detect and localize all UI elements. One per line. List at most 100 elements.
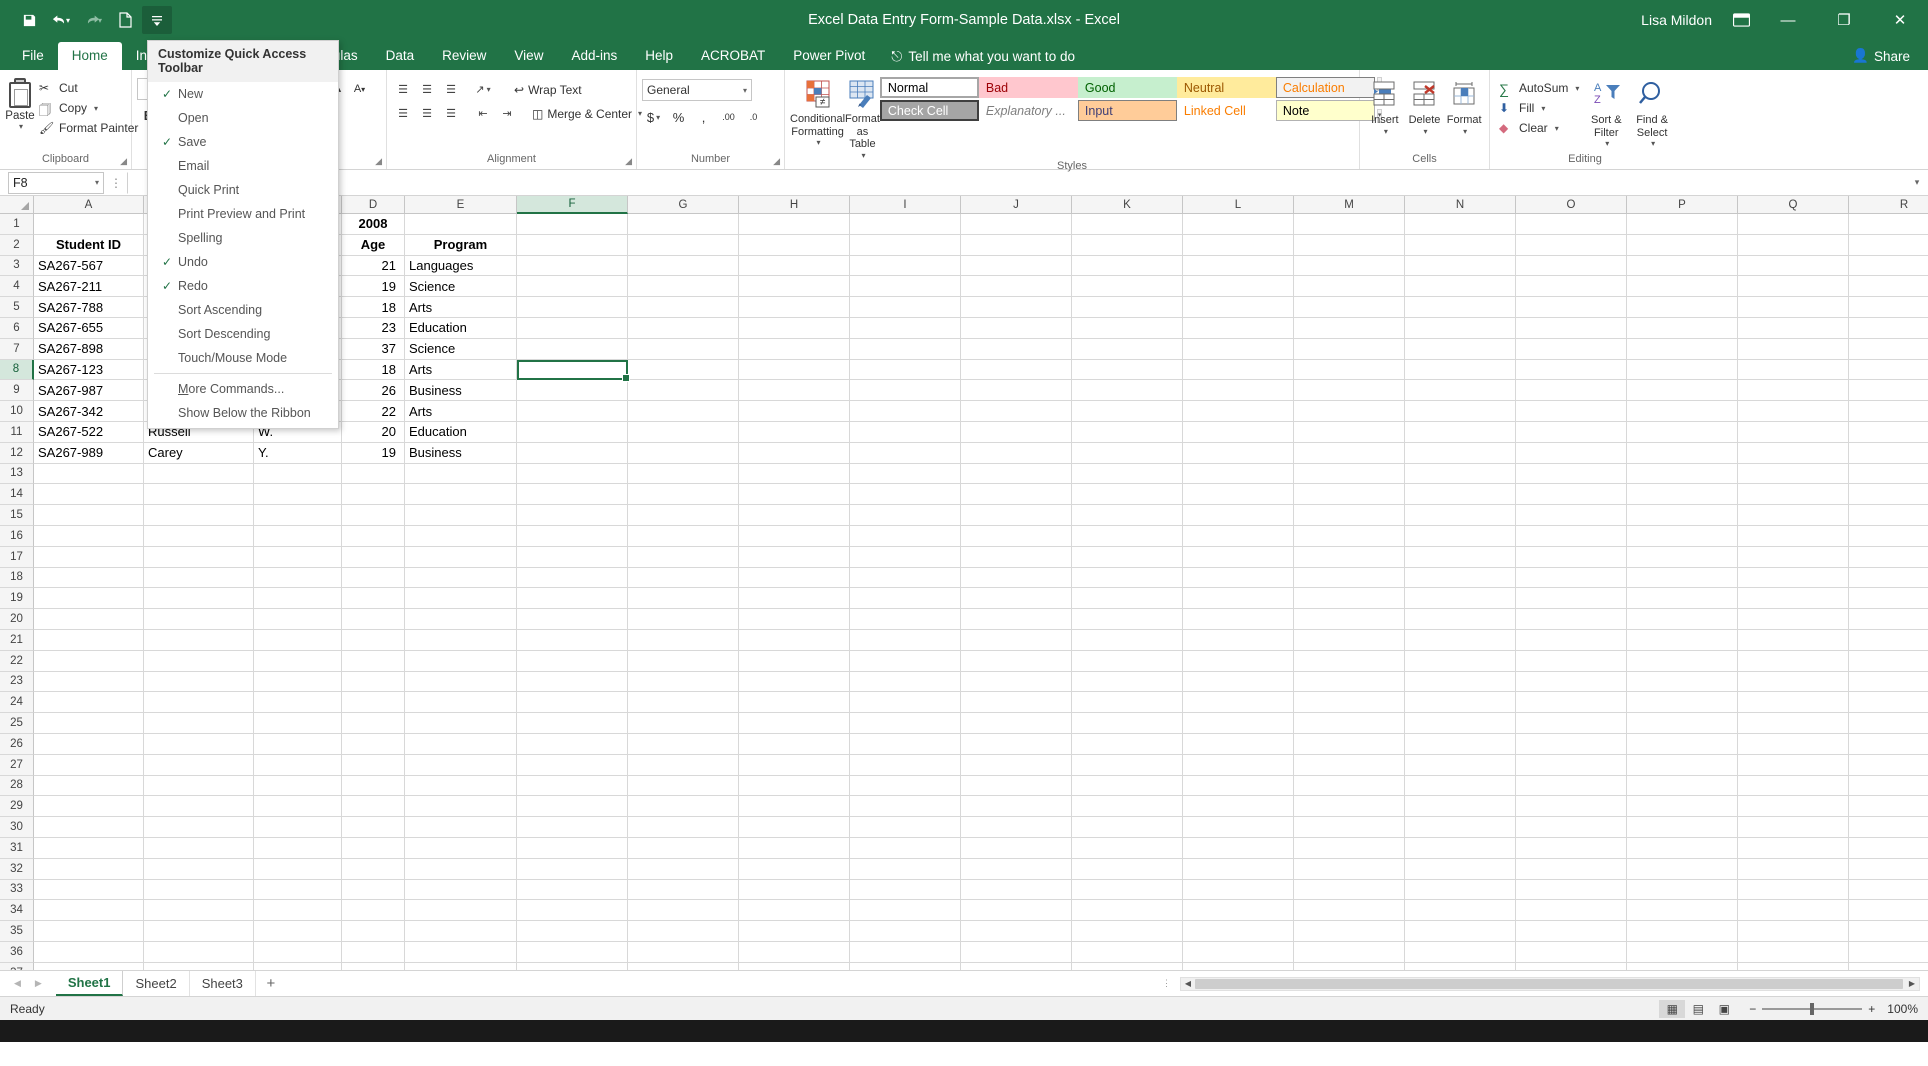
cell-J2[interactable] xyxy=(961,235,1072,256)
cell-D28[interactable] xyxy=(342,776,405,797)
row-header-21[interactable]: 21 xyxy=(0,630,34,651)
cell-G1[interactable] xyxy=(628,214,739,235)
orientation-icon[interactable]: ↗▾ xyxy=(472,79,494,100)
cell-G5[interactable] xyxy=(628,297,739,318)
cell-R7[interactable] xyxy=(1849,339,1928,360)
row-header-11[interactable]: 11 xyxy=(0,422,34,443)
cell-P8[interactable] xyxy=(1627,360,1738,381)
cell-C21[interactable] xyxy=(254,630,342,651)
align-middle-icon[interactable]: ☰ xyxy=(416,79,438,100)
number-format-select[interactable]: General▾ xyxy=(642,79,752,101)
cell-J18[interactable] xyxy=(961,568,1072,589)
cell-G24[interactable] xyxy=(628,692,739,713)
cell-P32[interactable] xyxy=(1627,859,1738,880)
cell-L16[interactable] xyxy=(1183,526,1294,547)
cell-L14[interactable] xyxy=(1183,484,1294,505)
cell-F37[interactable] xyxy=(517,963,628,970)
cell-H2[interactable] xyxy=(739,235,850,256)
cell-K24[interactable] xyxy=(1072,692,1183,713)
cell-J31[interactable] xyxy=(961,838,1072,859)
cell-C12[interactable]: Y. xyxy=(254,443,342,464)
row-header-26[interactable]: 26 xyxy=(0,734,34,755)
cell-F6[interactable] xyxy=(517,318,628,339)
align-right-icon[interactable]: ☰ xyxy=(440,103,462,124)
cell-J15[interactable] xyxy=(961,505,1072,526)
cell-C17[interactable] xyxy=(254,547,342,568)
cell-O26[interactable] xyxy=(1516,734,1627,755)
cell-N30[interactable] xyxy=(1405,817,1516,838)
cell-D26[interactable] xyxy=(342,734,405,755)
cell-Q22[interactable] xyxy=(1738,651,1849,672)
column-header-L[interactable]: L xyxy=(1183,196,1294,214)
cell-B24[interactable] xyxy=(144,692,254,713)
cell-K6[interactable] xyxy=(1072,318,1183,339)
cell-F10[interactable] xyxy=(517,401,628,422)
cell-C28[interactable] xyxy=(254,776,342,797)
cell-E32[interactable] xyxy=(405,859,517,880)
cell-Q34[interactable] xyxy=(1738,900,1849,921)
cell-O12[interactable] xyxy=(1516,443,1627,464)
cell-P10[interactable] xyxy=(1627,401,1738,422)
cell-R25[interactable] xyxy=(1849,713,1928,734)
cell-styles-gallery[interactable]: NormalCheck CellBadExplanatory ...GoodIn… xyxy=(880,77,1375,121)
cell-G3[interactable] xyxy=(628,256,739,277)
tab-data[interactable]: Data xyxy=(372,42,429,70)
cell-D33[interactable] xyxy=(342,880,405,901)
cell-N28[interactable] xyxy=(1405,776,1516,797)
new-file-icon[interactable] xyxy=(110,6,140,34)
cell-M5[interactable] xyxy=(1294,297,1405,318)
cell-Q31[interactable] xyxy=(1738,838,1849,859)
cell-J11[interactable] xyxy=(961,422,1072,443)
fill-button[interactable]: ⬇ Fill▾ xyxy=(1495,98,1583,118)
cut-button[interactable]: ✂ Cut xyxy=(35,78,142,98)
cell-O16[interactable] xyxy=(1516,526,1627,547)
cell-M20[interactable] xyxy=(1294,609,1405,630)
cell-J8[interactable] xyxy=(961,360,1072,381)
cell-B15[interactable] xyxy=(144,505,254,526)
cell-D6[interactable]: 23 xyxy=(342,318,405,339)
sheet-tab-sheet3[interactable]: Sheet3 xyxy=(190,971,256,996)
row-header-19[interactable]: 19 xyxy=(0,588,34,609)
cell-N34[interactable] xyxy=(1405,900,1516,921)
tab-home[interactable]: Home xyxy=(58,42,122,70)
restore-button[interactable]: ❐ xyxy=(1816,0,1872,40)
cell-O27[interactable] xyxy=(1516,755,1627,776)
cell-L23[interactable] xyxy=(1183,672,1294,693)
cell-M9[interactable] xyxy=(1294,380,1405,401)
cell-D5[interactable]: 18 xyxy=(342,297,405,318)
cell-E33[interactable] xyxy=(405,880,517,901)
cell-I22[interactable] xyxy=(850,651,961,672)
cell-H26[interactable] xyxy=(739,734,850,755)
cell-M23[interactable] xyxy=(1294,672,1405,693)
cell-K3[interactable] xyxy=(1072,256,1183,277)
cell-M14[interactable] xyxy=(1294,484,1405,505)
cell-R24[interactable] xyxy=(1849,692,1928,713)
qat-menu-item-print-preview-and-print[interactable]: Print Preview and Print xyxy=(148,202,338,226)
cell-Q29[interactable] xyxy=(1738,796,1849,817)
cell-Q37[interactable] xyxy=(1738,963,1849,970)
cell-F5[interactable] xyxy=(517,297,628,318)
cell-G13[interactable] xyxy=(628,464,739,485)
cell-L5[interactable] xyxy=(1183,297,1294,318)
cell-J12[interactable] xyxy=(961,443,1072,464)
cell-G21[interactable] xyxy=(628,630,739,651)
cell-R11[interactable] xyxy=(1849,422,1928,443)
cell-G6[interactable] xyxy=(628,318,739,339)
cell-P18[interactable] xyxy=(1627,568,1738,589)
cell-K27[interactable] xyxy=(1072,755,1183,776)
cell-F21[interactable] xyxy=(517,630,628,651)
cell-N31[interactable] xyxy=(1405,838,1516,859)
cell-O15[interactable] xyxy=(1516,505,1627,526)
autosum-button[interactable]: ∑ AutoSum▾ xyxy=(1495,78,1583,98)
cell-E28[interactable] xyxy=(405,776,517,797)
cell-F31[interactable] xyxy=(517,838,628,859)
cell-R29[interactable] xyxy=(1849,796,1928,817)
cell-G36[interactable] xyxy=(628,942,739,963)
cell-G19[interactable] xyxy=(628,588,739,609)
cell-I20[interactable] xyxy=(850,609,961,630)
cell-J26[interactable] xyxy=(961,734,1072,755)
qat-menu-item-more-commands[interactable]: More Commands... xyxy=(148,377,338,401)
cell-M26[interactable] xyxy=(1294,734,1405,755)
cell-A13[interactable] xyxy=(34,464,144,485)
cell-N11[interactable] xyxy=(1405,422,1516,443)
